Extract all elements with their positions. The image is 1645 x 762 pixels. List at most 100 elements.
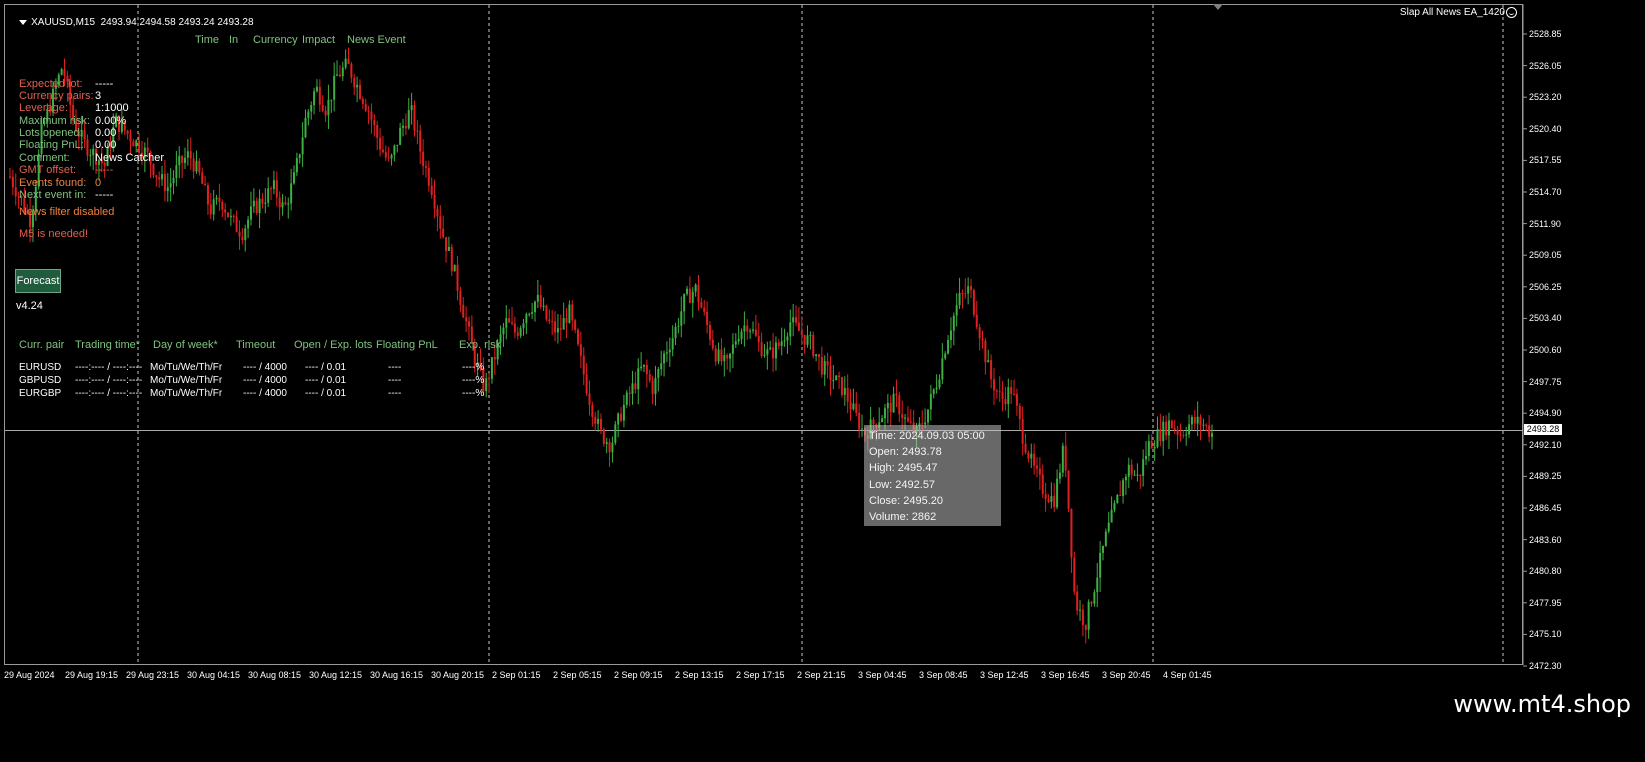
- info-label-max-risk: Maximum risk:: [19, 115, 90, 127]
- candle-body: [964, 293, 967, 295]
- candle-body: [551, 321, 554, 323]
- candle-body: [201, 172, 204, 184]
- info-value-lots-opened: 0.00: [95, 127, 117, 139]
- table-header-risk: Exp. risk: [459, 339, 502, 351]
- candle-body: [634, 383, 637, 390]
- candle-body: [427, 167, 430, 186]
- candle-body: [1053, 496, 1056, 508]
- candle-body: [806, 335, 809, 345]
- candle-body: [161, 174, 164, 180]
- candle-body: [181, 156, 184, 163]
- candle-body: [132, 141, 135, 147]
- candle-body: [691, 291, 694, 303]
- dropdown-triangle-icon[interactable]: [19, 19, 28, 25]
- candle-body: [577, 330, 580, 345]
- candle-body: [766, 349, 769, 355]
- news-col-event: News Event: [347, 34, 406, 46]
- candle-body: [723, 355, 726, 362]
- candle-body: [763, 354, 766, 356]
- price-axis-label: 2494.90: [1529, 408, 1562, 419]
- candle-body: [439, 216, 442, 229]
- candle-body: [278, 197, 281, 208]
- tooltip-close: Close: 2495.20: [869, 494, 943, 507]
- candle-body: [338, 74, 341, 77]
- candle-body: [835, 375, 838, 381]
- candle-tooltip: Time: 2024.09.03 05:00 Open: 2493.78 Hig…: [864, 425, 1001, 526]
- candle-body: [361, 98, 364, 104]
- news-col-time: Time: [195, 34, 220, 46]
- candle-body: [195, 160, 198, 172]
- forecast-button[interactable]: Forecast: [15, 269, 61, 293]
- candle-body: [1202, 424, 1205, 426]
- news-col-impact: Impact: [302, 34, 336, 46]
- candle-body: [158, 177, 161, 180]
- candle-body: [1018, 405, 1021, 420]
- candle-body: [938, 379, 941, 388]
- candle-body: [1156, 429, 1159, 448]
- candle-body: [502, 327, 505, 335]
- price-axis-label: 2492.10: [1529, 439, 1562, 450]
- info-label-currency-pairs: Currency pairs:: [19, 90, 94, 102]
- candle-body: [599, 418, 602, 430]
- candle-body: [585, 374, 588, 394]
- cell-days: Mo/Tu/We/Th/Fr: [150, 388, 223, 399]
- ea-smiley-icon[interactable]: [1506, 7, 1517, 18]
- candle-body: [697, 284, 700, 303]
- candle-body: [353, 77, 356, 88]
- scroll-marker-icon[interactable]: [1213, 4, 1223, 10]
- candle-body: [967, 286, 970, 294]
- candle-body: [611, 442, 614, 453]
- watermark-text: www.mt4.shop: [1453, 690, 1631, 718]
- candle-body: [812, 334, 815, 356]
- time-axis-label: 4 Sep 01:45: [1163, 670, 1212, 680]
- candle-body: [984, 340, 987, 363]
- candle-body: [284, 202, 287, 205]
- candle-body: [528, 313, 531, 315]
- candle-body: [396, 144, 399, 146]
- time-axis-label: 2 Sep 01:15: [492, 670, 541, 680]
- candle-body: [858, 412, 861, 430]
- candle-body: [261, 198, 264, 204]
- cell-pnl: ----: [388, 375, 402, 386]
- cell-pair: EURUSD: [19, 362, 62, 373]
- candle-body: [324, 110, 327, 116]
- candle-body: [488, 378, 491, 380]
- candle-body: [1081, 609, 1084, 626]
- candle-body: [620, 413, 623, 421]
- candle-body: [129, 133, 132, 142]
- candle-body: [1179, 434, 1182, 436]
- candle-body: [904, 417, 907, 419]
- candle-body: [1038, 468, 1041, 475]
- candle-body: [367, 110, 370, 112]
- candle-body: [516, 332, 519, 336]
- price-axis-label: 2503.40: [1529, 313, 1562, 324]
- candle-body: [582, 355, 585, 375]
- table-header-pnl: Floating PnL: [376, 339, 438, 351]
- price-axis-label: 2514.70: [1529, 187, 1562, 197]
- candle-body: [645, 364, 648, 375]
- candle-body: [832, 380, 835, 382]
- candle-body: [1021, 419, 1024, 444]
- candle-body: [852, 403, 855, 410]
- candle-body: [1107, 522, 1110, 532]
- candle-body: [817, 354, 820, 357]
- candle-body: [559, 328, 562, 330]
- candle-body: [783, 340, 786, 342]
- cell-risk: ----%: [462, 388, 485, 399]
- time-axis-label: 29 Aug 2024: [4, 670, 55, 680]
- candle-body: [519, 328, 522, 336]
- candle-body: [608, 442, 611, 453]
- time-axis-label: 30 Aug 16:15: [370, 670, 424, 680]
- candle-body: [708, 324, 711, 340]
- candle-body: [462, 304, 465, 318]
- table-header-lots: Open / Exp. lots: [294, 339, 373, 351]
- candle-body: [1099, 552, 1102, 578]
- candle-body: [565, 317, 568, 323]
- cell-pair: GBPUSD: [19, 375, 62, 386]
- candle-body: [683, 293, 686, 312]
- candle-body: [321, 104, 324, 111]
- candle-body: [674, 326, 677, 339]
- candle-body: [1050, 496, 1053, 502]
- candle-body: [522, 323, 525, 329]
- candle-body: [769, 347, 772, 350]
